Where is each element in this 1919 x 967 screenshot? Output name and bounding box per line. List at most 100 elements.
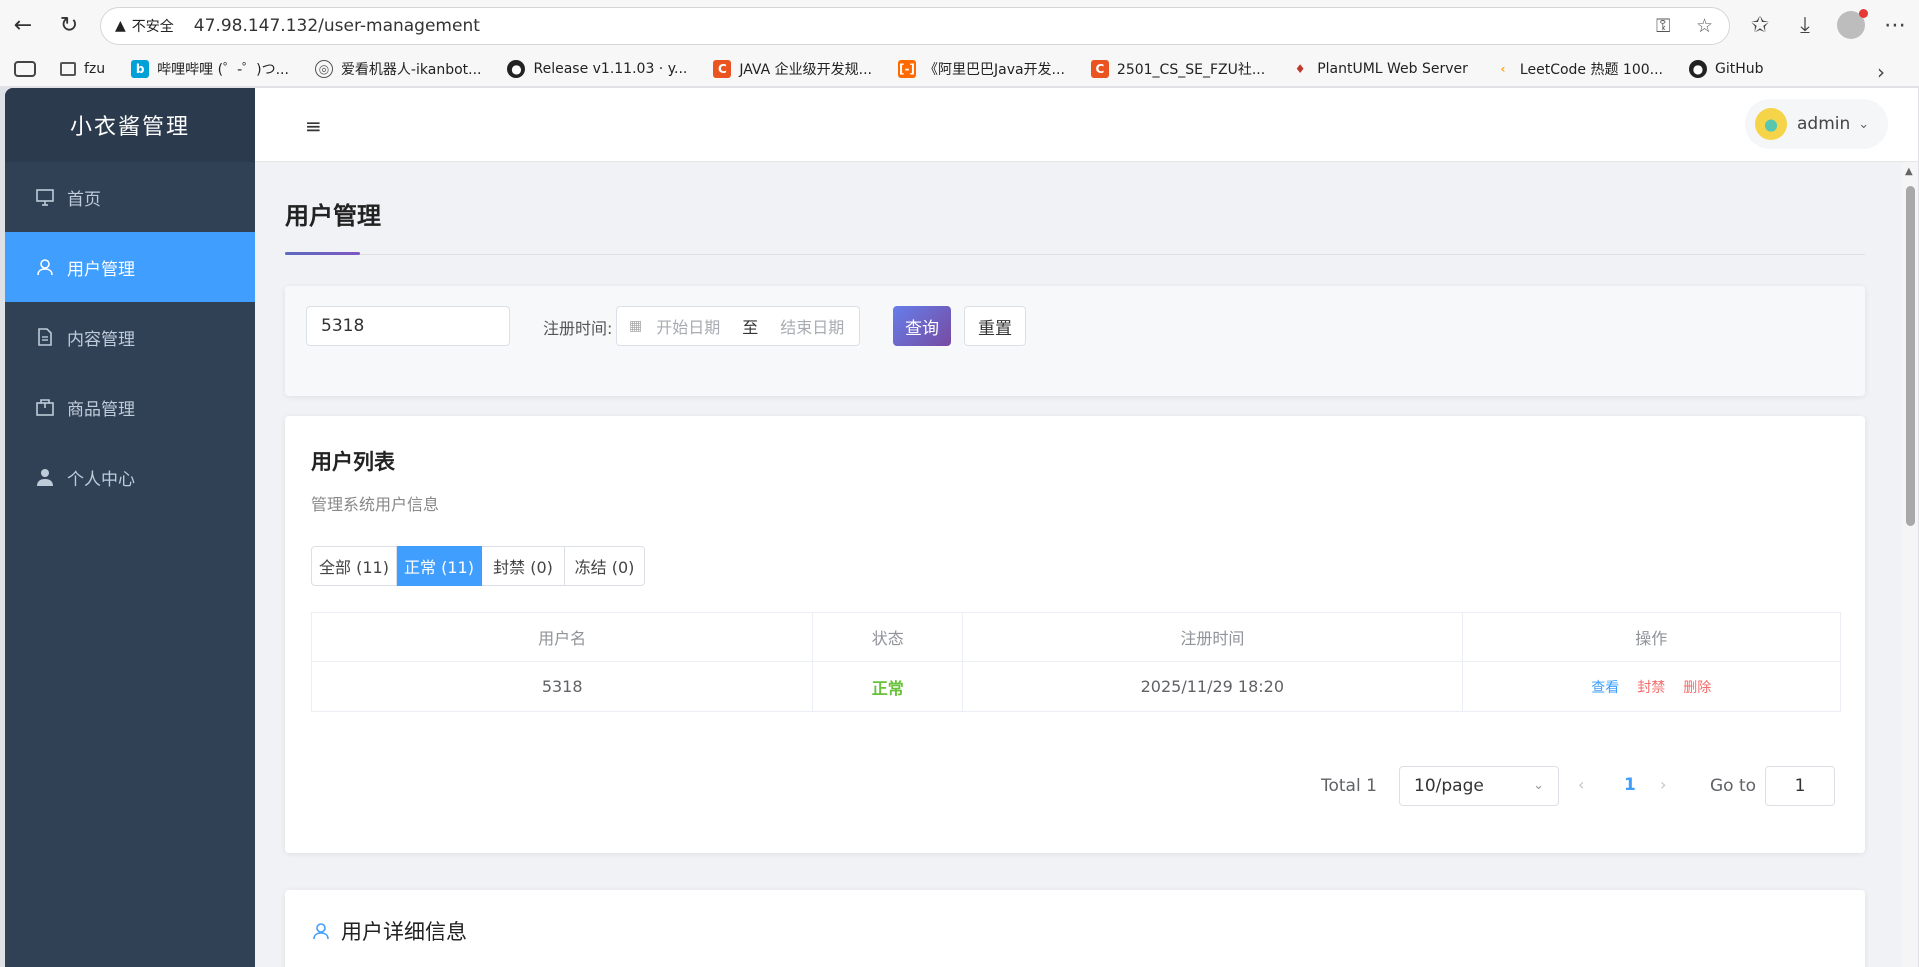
profile-icon[interactable] [1837,9,1868,39]
hamburger-icon[interactable]: ≡ [305,114,322,138]
column-header: 状态 [813,613,964,661]
sidebar-item-users[interactable]: 用户管理 [5,232,255,302]
plantuml-icon: ♦ [1294,62,1306,76]
bilibili-icon: b [131,60,150,78]
top-header: ≡ admin ⌄ [255,88,1918,162]
status-tabs: 全部 (11) 正常 (11) 封禁 (0) 冻结 (0) [311,546,645,586]
scrollbar[interactable]: ▲ [1902,162,1918,967]
chevron-right-icon[interactable]: › [1877,60,1885,84]
insecure-label: 不安全 [131,19,174,35]
page-size-value: 10/page [1414,776,1484,796]
avatar [1755,108,1787,140]
tab-frozen[interactable]: 冻结 (0) [565,546,645,586]
pagination-total: Total 1 [1321,776,1377,796]
sidebar-item-home[interactable]: 首页 [5,162,255,232]
table-row: 5318 正常 2025/11/29 18:20 查看 封禁 删除 [312,662,1840,711]
url-text[interactable]: 47.98.147.132/user-management [194,16,480,36]
bookmark-item[interactable]: ‹ LeetCode 热题 100... [1494,59,1663,79]
reset-button[interactable]: 重置 [964,306,1026,346]
scrollbar-thumb[interactable] [1906,186,1915,526]
tab-normal[interactable]: 正常 (11) [397,546,482,586]
browser-toolbar: ← ↻ ▲ 不安全 47.98.147.132/user-management … [0,0,1919,52]
sidebar-item-label: 商品管理 [67,399,135,420]
sidebar-item-label: 个人中心 [67,469,135,490]
key-icon[interactable]: ⚿ [1656,15,1670,37]
bookmark-item[interactable]: ◎ 爱看机器人-ikanbot... [314,59,481,79]
chevron-down-icon: ⌄ [1533,778,1544,793]
user-detail-card: 用户详细信息 [285,890,1865,967]
end-date-input[interactable]: 结束日期 [780,314,844,338]
document-icon [35,327,55,347]
aliyun-icon: [-] [897,60,916,78]
bookmark-item[interactable]: C JAVA 企业级开发规... [713,59,872,79]
box-icon [35,397,55,417]
monitor-icon [35,187,55,207]
next-page-icon[interactable]: › [1660,775,1666,794]
bookmark-item[interactable]: fzu [60,61,105,77]
start-date-input[interactable]: 开始日期 [656,314,720,338]
view-link[interactable]: 查看 [1591,677,1619,697]
column-header: 操作 [1635,629,1668,648]
reload-icon[interactable]: ↻ [54,10,84,40]
back-icon[interactable]: ← [8,10,38,40]
folder-icon [60,62,76,76]
address-bar[interactable]: ▲ 不安全 47.98.147.132/user-management ⚿ ☆ [100,7,1730,45]
sidebar-item-label: 用户管理 [67,259,135,280]
search-input[interactable]: 5318 [306,306,510,346]
user-icon [311,921,331,941]
app-logo: 小衣酱管理 [5,88,255,162]
page-size-select[interactable]: 10/page ⌄ [1399,766,1559,806]
bookmark-item[interactable]: ♦ PlantUML Web Server [1291,60,1468,78]
github-icon: ● [507,60,526,78]
csdn-icon: C [1090,60,1109,78]
sidebar-item-content[interactable]: 内容管理 [5,302,255,372]
user-table: 用户名 状态 注册时间 操作 5318 正常 2025/11/29 18:20 … [311,612,1841,712]
sidebar-item-label: 内容管理 [67,329,135,350]
favorites-icon[interactable]: ✩ [1745,10,1775,40]
sidebar: 小衣酱管理 首页 用户管理 内容管理 商品管理 个人中心 [5,88,255,967]
scroll-up-icon[interactable]: ▲ [1905,166,1913,177]
detail-title: 用户详细信息 [311,916,467,946]
list-title: 用户列表 [311,450,395,474]
user-icon [35,257,55,277]
user-dropdown[interactable]: admin ⌄ [1745,99,1888,149]
tab-actions-icon[interactable] [14,61,36,77]
register-time-label: 注册时间: [543,319,613,338]
goto-page-input[interactable]: 1 [1765,766,1835,806]
github-icon: ● [1689,60,1708,78]
star-icon[interactable]: ☆ [1696,15,1713,37]
search-panel: 5318 注册时间: ▦ 开始日期 至 结束日期 查询 重置 [285,286,1865,396]
cell-actions: 查看 封禁 删除 [1463,662,1841,711]
table-header: 用户名 状态 注册时间 操作 [312,613,1840,662]
range-separator: 至 [742,318,759,337]
tab-all[interactable]: 全部 (11) [311,546,397,586]
column-header: 用户名 [312,613,814,661]
download-icon[interactable]: ⤓ [1790,10,1820,40]
date-range-picker[interactable]: ▦ 开始日期 至 结束日期 [616,306,860,346]
cell-username: 5318 [312,662,814,711]
status-badge: 正常 [813,662,964,711]
sidebar-item-products[interactable]: 商品管理 [5,372,255,442]
bookmark-item[interactable]: ● GitHub [1689,60,1764,78]
user-name: admin [1797,114,1851,134]
bookmark-item[interactable]: [-] 《阿里巴巴Java开发... [897,59,1065,79]
list-subtitle: 管理系统用户信息 [311,495,440,514]
prev-page-icon[interactable]: ‹ [1578,775,1584,794]
pagination: Total 1 10/page ⌄ ‹ 1 › Go to 1 [285,766,1865,806]
sidebar-item-profile[interactable]: 个人中心 [5,442,255,512]
leetcode-icon: ‹ [1500,62,1506,76]
bookmark-item[interactable]: ● Release v1.11.03 · y... [507,60,687,78]
more-icon[interactable]: ⋯ [1880,10,1910,40]
bookmark-item[interactable]: b 哔哩哔哩 (゜-゜)つ... [131,59,289,79]
cell-registered: 2025/11/29 18:20 [963,662,1463,711]
calendar-icon: ▦ [629,318,643,334]
bookmark-item[interactable]: C 2501_CS_SE_FZU社... [1090,59,1265,79]
ban-link[interactable]: 封禁 [1637,677,1665,697]
page-number[interactable]: 1 [1624,775,1636,795]
column-header: 注册时间 [963,613,1463,661]
delete-link[interactable]: 删除 [1683,677,1711,697]
user-list-card: 用户列表 管理系统用户信息 全部 (11) 正常 (11) 封禁 (0) 冻结 … [285,416,1865,853]
title-accent-bar [285,252,360,255]
query-button[interactable]: 查询 [893,306,951,346]
tab-banned[interactable]: 封禁 (0) [482,546,565,586]
